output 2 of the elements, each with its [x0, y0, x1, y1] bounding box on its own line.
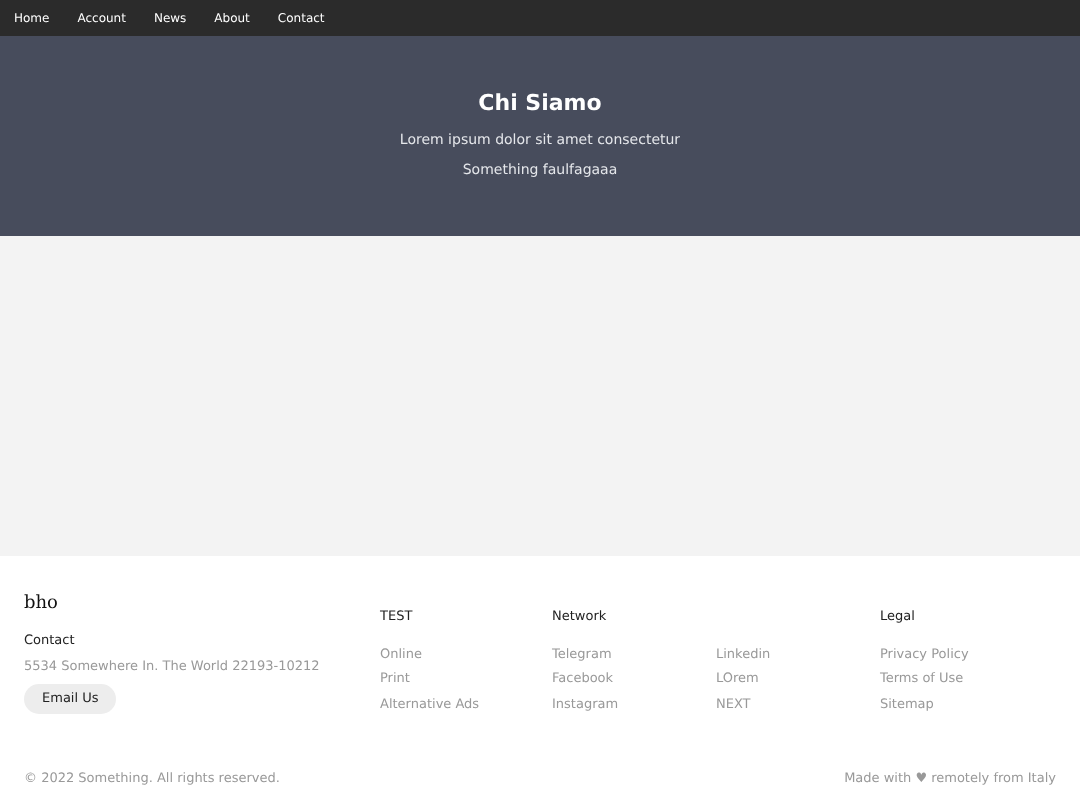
hero-title: Chi Siamo — [478, 92, 602, 114]
footer-brand: bho — [24, 596, 60, 614]
